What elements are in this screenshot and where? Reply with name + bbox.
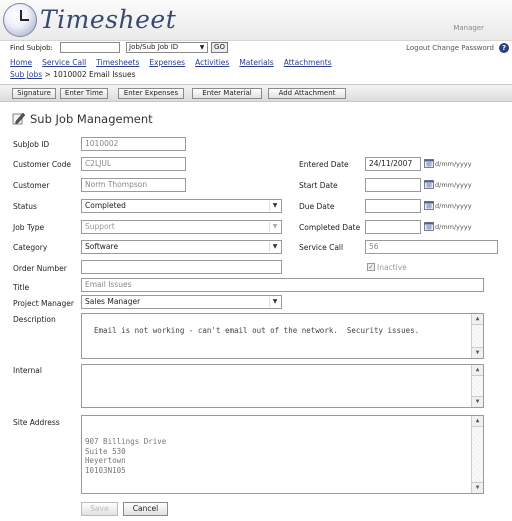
scroll-up-icon[interactable]: ▲ — [472, 314, 483, 325]
service-call-field[interactable]: 56 — [365, 240, 498, 254]
scroll-up-icon[interactable]: ▲ — [472, 416, 483, 427]
app-header: Timesheet Manager — [0, 0, 512, 41]
job-type-label: Job Type — [13, 223, 45, 232]
nav-timesheets[interactable]: Timesheets — [96, 58, 139, 67]
status-select[interactable]: Completed ▼ — [81, 199, 282, 213]
cancel-button[interactable]: Cancel — [123, 502, 168, 516]
customer-code-label: Customer Code — [13, 160, 72, 169]
calendar-icon[interactable] — [424, 180, 434, 189]
clock-logo-icon — [3, 3, 37, 37]
entered-date-label: Entered Date — [299, 160, 349, 169]
account-links: Logout Change Password — [406, 44, 494, 52]
edit-pencil-icon — [12, 112, 26, 125]
action-toolbar: Signature Enter Time Enter Expenses Ente… — [0, 84, 512, 102]
enter-expenses-button[interactable]: Enter Expenses — [118, 88, 184, 99]
find-type-select[interactable]: Job/Sub Job ID ▼ — [126, 42, 208, 53]
chevron-down-icon: ▼ — [269, 201, 280, 211]
user-label: Manager — [453, 24, 484, 32]
section-title: Sub Job Management — [30, 112, 153, 126]
nav-attachments[interactable]: Attachments — [284, 58, 332, 67]
nav-home[interactable]: Home — [10, 58, 32, 67]
chevron-down-icon: ▼ — [269, 242, 280, 252]
add-attachment-button[interactable]: Add Attachment — [268, 88, 346, 99]
entered-date-format: d/mm/yyyy — [435, 160, 472, 168]
entered-date-field[interactable]: 24/11/2007 — [365, 157, 421, 171]
scroll-up-icon[interactable]: ▲ — [472, 365, 483, 376]
start-date-field[interactable] — [365, 178, 421, 192]
enter-time-button[interactable]: Enter Time — [60, 88, 108, 99]
service-call-label: Service Call — [299, 243, 344, 252]
customer-field[interactable]: Norm Thompson — [81, 178, 186, 192]
site-address-textarea[interactable]: 907 Billings Drive Suite 530 Heyertown 1… — [81, 415, 484, 494]
description-scrollbar[interactable]: ▲ ▼ — [471, 314, 483, 358]
description-textarea[interactable]: Email is not working - can't email out o… — [81, 313, 484, 359]
customer-code-field[interactable]: C2LJUL — [81, 157, 186, 171]
nav-service-call[interactable]: Service Call — [42, 58, 86, 67]
category-label: Category — [13, 243, 48, 252]
scroll-down-icon[interactable]: ▼ — [472, 482, 483, 493]
subjob-id-label: SubJob ID — [13, 140, 50, 149]
breadcrumb-separator: > — [44, 70, 51, 79]
calendar-icon[interactable] — [424, 159, 434, 168]
find-subjob-input[interactable] — [60, 42, 120, 53]
order-number-field[interactable] — [81, 260, 282, 274]
chevron-down-icon: ▼ — [269, 222, 280, 232]
breadcrumb-sub-jobs[interactable]: Sub Jobs — [10, 70, 42, 79]
due-date-field[interactable] — [365, 199, 421, 213]
calendar-icon[interactable] — [424, 222, 434, 231]
due-date-label: Due Date — [299, 202, 335, 211]
go-button[interactable]: GO — [211, 42, 228, 53]
scroll-down-icon[interactable]: ▼ — [472, 396, 483, 407]
breadcrumb-current: 1010002 Email Issues — [53, 70, 136, 79]
start-date-format: d/mm/yyyy — [435, 181, 472, 189]
breadcrumb: Sub Jobs > 1010002 Email Issues — [10, 70, 136, 79]
scroll-down-icon[interactable]: ▼ — [472, 347, 483, 358]
chevron-down-icon: ▼ — [269, 297, 280, 307]
title-field[interactable]: Email Issues — [81, 278, 484, 292]
find-bar: Find Subjob: Job/Sub Job ID ▼ GO Logout … — [0, 41, 512, 56]
inactive-label: Inactive — [377, 263, 407, 272]
project-manager-select[interactable]: Sales Manager ▼ — [81, 295, 282, 309]
nav-activities[interactable]: Activities — [195, 58, 229, 67]
site-address-scrollbar[interactable]: ▲ ▼ — [471, 416, 483, 493]
internal-label: Internal — [13, 366, 42, 375]
category-select[interactable]: Software ▼ — [81, 240, 282, 254]
calendar-icon[interactable] — [424, 201, 434, 210]
main-nav: Home Service Call Timesheets Expenses Activi… — [10, 58, 342, 67]
customer-label: Customer — [13, 181, 50, 190]
enter-material-button[interactable]: Enter Material — [192, 88, 262, 99]
status-label: Status — [13, 202, 37, 211]
nav-expenses[interactable]: Expenses — [149, 58, 185, 67]
title-label: Title — [13, 283, 30, 292]
completed-date-label: Completed Date — [299, 223, 361, 232]
help-icon[interactable]: ? — [499, 43, 509, 53]
start-date-label: Start Date — [299, 181, 338, 190]
project-manager-label: Project Manager — [13, 299, 74, 308]
site-address-label: Site Address — [13, 418, 60, 427]
subjob-id-field: 1010002 — [81, 137, 186, 151]
inactive-checkbox[interactable]: ✓ — [367, 263, 375, 271]
logout-change-password-link[interactable]: Logout Change Password — [406, 44, 494, 52]
completed-date-format: d/mm/yyyy — [435, 223, 472, 231]
internal-textarea[interactable]: ▲ ▼ — [81, 364, 484, 408]
signature-button[interactable]: Signature — [12, 88, 56, 99]
job-type-select: Support ▼ — [81, 220, 282, 234]
chevron-down-icon: ▼ — [199, 44, 205, 51]
description-label: Description — [13, 315, 56, 324]
order-number-label: Order Number — [13, 264, 67, 273]
completed-date-field[interactable] — [365, 220, 421, 234]
find-subjob-label: Find Subjob: — [10, 44, 53, 52]
due-date-format: d/mm/yyyy — [435, 202, 472, 210]
internal-scrollbar[interactable]: ▲ ▼ — [471, 365, 483, 407]
app-title: Timesheet — [40, 5, 177, 34]
nav-materials[interactable]: Materials — [239, 58, 273, 67]
save-button[interactable]: Save — [81, 502, 118, 516]
